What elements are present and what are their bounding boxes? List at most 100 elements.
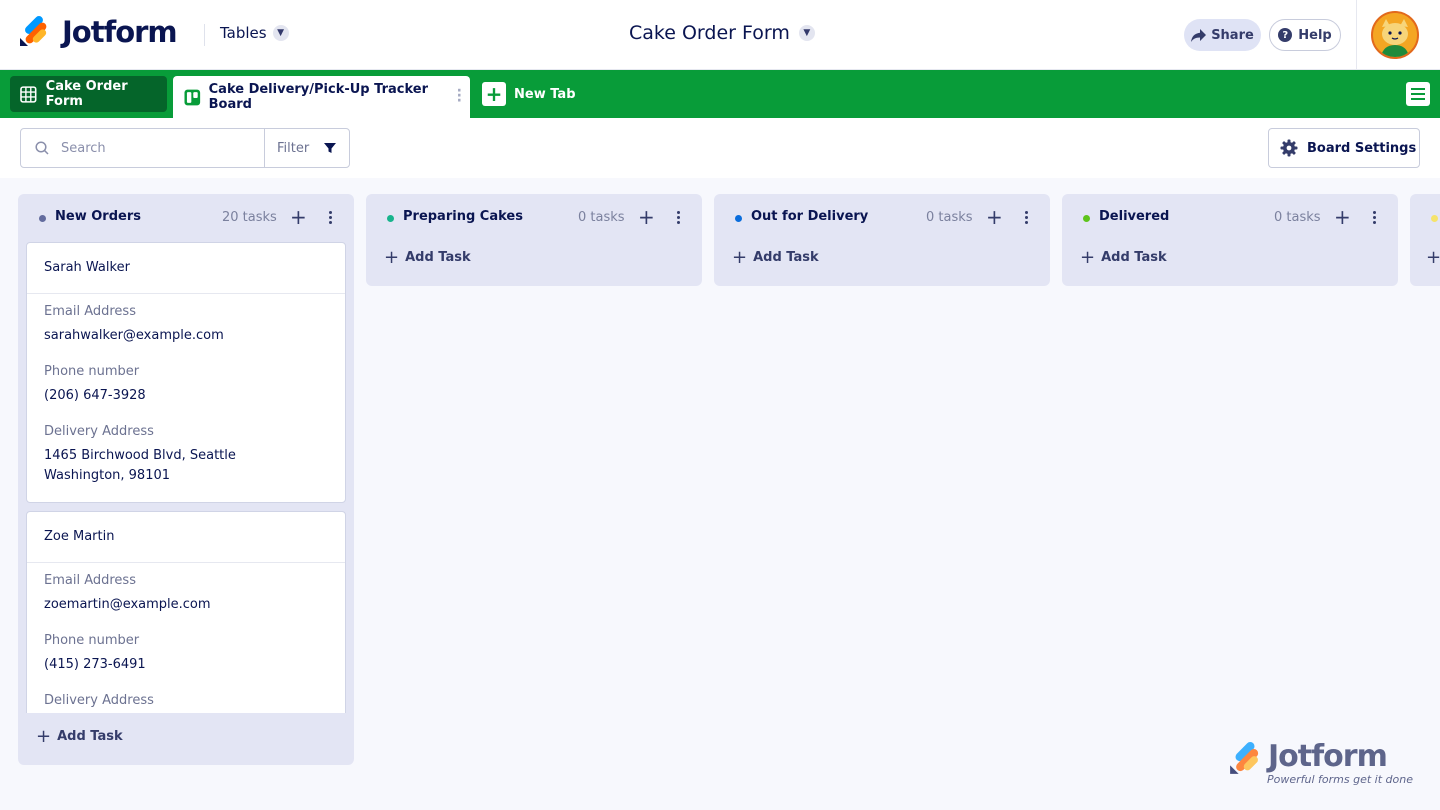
card-title: Zoe Martin [27,512,345,563]
board-column-delivered: Delivered 0 tasks + + Add Task [1062,194,1398,286]
column-task-count: 0 tasks [1274,210,1321,225]
watermark-tagline: Powerful forms get it done [1267,773,1413,786]
chevron-down-icon: ▼ [272,25,289,41]
board-settings-label: Board Settings [1307,140,1417,156]
board-column-new-orders: New Orders 20 tasks + Sarah Walker Email… [18,194,354,765]
column-options-icon[interactable] [329,211,333,224]
add-task-label: Add Task [753,250,819,265]
add-task-label: Add Task [57,729,123,744]
user-avatar[interactable] [1371,11,1419,59]
column-header: Delivered 0 tasks + [1062,194,1398,242]
tab-label: Cake Delivery/Pick-Up Tracker Board [208,82,428,112]
plus-icon: + [36,726,52,747]
form-title: Cake Order Form [629,22,790,44]
field-label: Email Address [44,573,136,588]
task-card[interactable]: Sarah Walker Email Address sarahwalker@e… [26,242,346,503]
column-title: Delivered [1099,209,1170,224]
filter-button[interactable]: Filter [265,129,349,167]
new-tab-label: New Tab [514,86,576,102]
task-card[interactable]: Zoe Martin Email Address zoemartin@examp… [26,511,346,713]
plus-icon: + [1080,247,1096,268]
logo-text: Jotform [62,15,178,49]
column-task-count: 0 tasks [926,210,973,225]
column-header: Out for Delivery 0 tasks + [714,194,1050,242]
column-task-count: 20 tasks [222,210,277,225]
field-label: Email Address [44,304,136,319]
board-column-partial: + [1410,194,1440,286]
watermark-text: Jotform [1268,739,1388,774]
plus-icon: + [384,247,400,268]
board-settings-button[interactable]: Board Settings [1268,128,1420,168]
share-label: Share [1211,27,1254,43]
field-label: Phone number [44,364,140,379]
field-label: Delivery Address [44,693,154,708]
board-toolbar: Filter Board Settings [0,118,1440,178]
field-label: Phone number [44,633,140,648]
add-task-plus-icon[interactable]: + [638,205,655,229]
column-status-dot [387,215,394,222]
new-tab-button[interactable]: + New Tab [482,82,576,106]
avatar-cat-icon [1373,13,1417,57]
column-options-icon[interactable] [677,211,681,224]
column-status-dot [735,215,742,222]
jotform-logo[interactable]: Jotform [18,15,178,49]
search-input[interactable] [59,139,239,157]
filter-label: Filter [277,140,310,156]
field-value: (415) 273-6491 [44,657,146,672]
filter-funnel-icon [324,143,336,153]
add-task-plus-icon[interactable]: + [290,205,307,229]
header-divider [1356,0,1357,70]
add-task-plus-icon[interactable]: + [1334,205,1351,229]
field-value: zoemartin@example.com [44,597,211,612]
share-icon [1191,28,1207,42]
chevron-down-icon: ▼ [798,25,815,41]
jotform-logo-icon [20,16,47,46]
plus-icon: + [732,247,748,268]
plus-icon: + [482,82,506,106]
add-task-button[interactable]: + Add Task [384,247,471,268]
column-options-icon[interactable] [1373,211,1377,224]
field-value: sarahwalker@example.com [44,328,224,343]
add-task-button[interactable]: + Add Task [1080,247,1167,268]
app-header: Jotform Tables ▼ Cake Order Form ▼ Share… [0,0,1440,70]
column-status-dot [1431,215,1438,222]
column-status-dot [1083,215,1090,222]
add-task-plus-icon[interactable]: + [986,205,1003,229]
help-label: Help [1298,27,1332,43]
help-icon: ? [1278,28,1293,42]
jotform-logo-icon [1230,742,1259,774]
hamburger-menu-icon[interactable] [1406,82,1430,106]
search-field [21,129,265,167]
tab-cake-order-form[interactable]: Cake Order Form [10,76,167,112]
help-button[interactable]: ? Help [1269,19,1341,51]
tab-bar: Cake Order Form Cake Delivery/Pick-Up Tr… [0,70,1440,118]
field-value: 1465 Birchwood Blvd, Seattle [44,448,236,463]
column-header: Preparing Cakes 0 tasks + [366,194,702,242]
plus-icon[interactable]: + [1426,247,1440,268]
column-task-count: 0 tasks [578,210,625,225]
tab-options-icon[interactable]: · · · [457,84,462,108]
field-value: (206) 647-3928 [44,388,146,403]
card-title: Sarah Walker [27,243,345,294]
tables-label: Tables [220,24,267,42]
add-task-label: Add Task [405,250,471,265]
field-value: Washington, 98101 [44,468,171,483]
column-title: Out for Delivery [751,209,869,224]
tab-tracker-board[interactable]: Cake Delivery/Pick-Up Tracker Board · · · [173,76,470,118]
board-column-preparing-cakes: Preparing Cakes 0 tasks + + Add Task [366,194,702,286]
column-status-dot [39,215,46,222]
add-task-button[interactable]: + Add Task [36,726,123,747]
table-grid-icon [20,85,37,103]
column-title: Preparing Cakes [403,209,523,224]
header-divider [204,24,205,46]
add-task-label: Add Task [1101,250,1167,265]
gear-icon [1280,139,1298,157]
form-title-dropdown[interactable]: Cake Order Form ▼ [629,22,815,44]
add-task-button[interactable]: + Add Task [732,247,819,268]
jotform-watermark: Jotform Powerful forms get it done [1228,739,1413,786]
column-options-icon[interactable] [1025,211,1029,224]
search-filter-group: Filter [20,128,350,168]
tables-dropdown[interactable]: Tables ▼ [220,24,289,42]
board-icon [184,89,201,105]
share-button[interactable]: Share [1184,19,1261,51]
